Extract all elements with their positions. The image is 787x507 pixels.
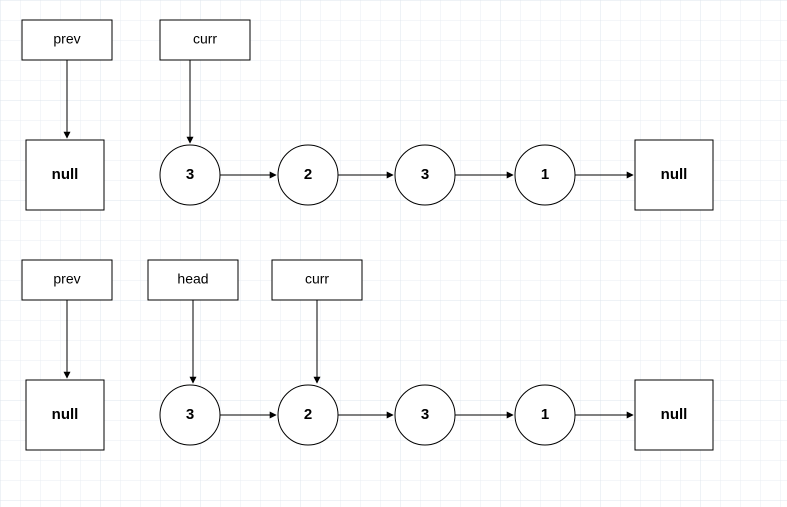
row1-node-2: 2 [278,145,338,205]
row1-ptr-prev: prev [22,20,112,60]
label-curr: curr [193,31,217,47]
node3-val: 3 [421,166,429,183]
label-curr2: curr [305,271,329,287]
row1-ptr-curr: curr [160,20,250,60]
null-left-text: null [52,166,79,183]
row1-node-3: 3 [395,145,455,205]
null-right-text2: null [661,406,688,423]
row2-ptr-prev: prev [22,260,112,300]
label-head2: head [177,271,208,287]
row1-node-1: 3 [160,145,220,205]
label-prev: prev [53,31,80,47]
row2-null-left: null [26,380,104,450]
null-left-text2: null [52,406,79,423]
node1-val2: 3 [186,406,194,423]
row1-null-right: null [635,140,713,210]
row1-node-4: 1 [515,145,575,205]
node4-val2: 1 [541,406,549,423]
row2-node-3: 3 [395,385,455,445]
row2-node-4: 1 [515,385,575,445]
row1-null-left: null [26,140,104,210]
null-right-text: null [661,166,688,183]
node1-val: 3 [186,166,194,183]
row2-ptr-head: head [148,260,238,300]
row2-ptr-curr: curr [272,260,362,300]
row2-node-1: 3 [160,385,220,445]
node4-val: 1 [541,166,549,183]
node2-val2: 2 [304,406,312,423]
row2-null-right: null [635,380,713,450]
node3-val2: 3 [421,406,429,423]
linked-list-diagram: prev curr null 3 2 3 1 null prev [0,0,787,507]
label-prev2: prev [53,271,80,287]
row2-node-2: 2 [278,385,338,445]
node2-val: 2 [304,166,312,183]
